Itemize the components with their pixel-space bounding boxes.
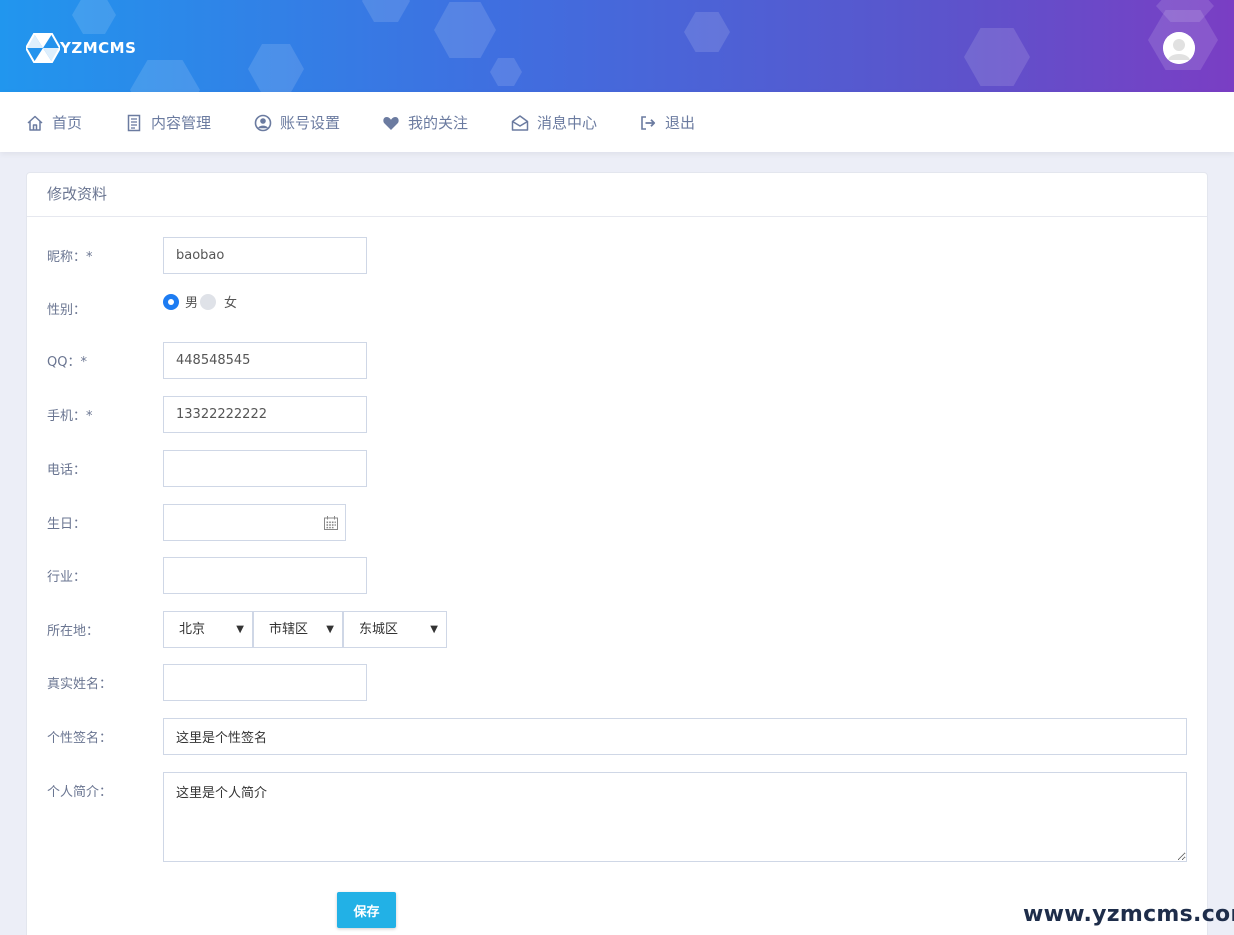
signature-input[interactable] — [163, 718, 1187, 755]
phone-input[interactable] — [163, 450, 367, 487]
chevron-down-icon: ▼ — [430, 624, 438, 635]
card-title: 修改资料 — [27, 173, 1207, 217]
gender-option-female: 女 — [224, 296, 238, 311]
location-label: 所在地： — [47, 624, 100, 639]
nav-item-messages[interactable]: 消息中心 — [511, 112, 597, 133]
nav-item-home[interactable]: 首页 — [26, 112, 82, 133]
decor-hexagon — [964, 28, 1030, 86]
sign-out-icon — [641, 115, 656, 130]
realname-label: 真实姓名： — [47, 677, 113, 692]
site-watermark: www.yzmcms.com — [1023, 902, 1234, 927]
top-header: YZMCMS — [0, 0, 1234, 92]
chevron-down-icon: ▼ — [236, 624, 244, 635]
city-value: 市辖区 — [269, 622, 309, 637]
nav-label: 消息中心 — [537, 114, 598, 132]
decor-hexagon — [72, 0, 116, 34]
nav-label: 退出 — [665, 114, 696, 132]
birthday-label: 生日： — [47, 517, 87, 532]
nav-item-follow[interactable]: 我的关注 — [382, 112, 468, 133]
site-logo[interactable]: YZMCMS — [26, 33, 136, 63]
profile-form-card: 修改资料 昵称：* 性别： 男 女 QQ：* 手机：* 电话： 生日： 行业： … — [26, 172, 1208, 935]
phone-label: 电话： — [47, 463, 87, 478]
gender-label: 性别： — [47, 303, 87, 318]
industry-input[interactable] — [163, 557, 367, 594]
user-circle-icon — [254, 114, 272, 131]
province-value: 北京 — [179, 622, 206, 637]
intro-textarea[interactable]: 这里是个人简介 — [163, 772, 1187, 862]
decor-hexagon — [362, 0, 410, 22]
district-value: 东城区 — [359, 622, 399, 637]
nav-item-logout[interactable]: 退出 — [639, 112, 695, 133]
decor-hexagon — [684, 12, 730, 52]
chevron-down-icon: ▼ — [326, 624, 334, 635]
nav-label: 首页 — [52, 114, 83, 132]
qq-input[interactable] — [163, 342, 367, 379]
decor-hexagon — [434, 2, 496, 58]
gender-radio-male[interactable] — [163, 293, 179, 310]
district-select[interactable]: 东城区 ▼ — [343, 611, 447, 648]
mobile-label: 手机：* — [47, 409, 93, 424]
decor-hexagon — [490, 58, 522, 86]
province-select[interactable]: 北京 ▼ — [163, 611, 253, 648]
nav-label: 我的关注 — [408, 114, 469, 132]
nav-item-account[interactable]: 账号设置 — [254, 112, 340, 133]
industry-label: 行业： — [47, 570, 87, 585]
main-nav: 首页 内容管理 账号设置 我的关注 消息中心 退出 — [0, 92, 1234, 152]
gender-radio-group: 男 女 — [163, 292, 237, 311]
decor-hexagon — [130, 60, 200, 92]
nav-label: 内容管理 — [151, 114, 212, 132]
avatar-icon — [1163, 32, 1195, 64]
city-select[interactable]: 市辖区 ▼ — [253, 611, 343, 648]
birthday-input[interactable] — [163, 504, 346, 541]
gender-radio-female[interactable] — [200, 293, 217, 310]
signature-label: 个性签名： — [47, 731, 113, 746]
home-icon — [27, 115, 43, 131]
save-button[interactable]: 保存 — [337, 892, 396, 928]
gender-option-male: 男 — [185, 296, 199, 311]
nickname-input[interactable] — [163, 237, 367, 274]
logo-icon — [26, 33, 60, 63]
qq-label: QQ：* — [47, 355, 87, 370]
mobile-input[interactable] — [163, 396, 367, 433]
nav-item-content[interactable]: 内容管理 — [125, 112, 211, 133]
heart-icon — [383, 116, 399, 130]
intro-label: 个人简介： — [47, 785, 113, 800]
logo-text: YZMCMS — [60, 39, 137, 57]
nav-label: 账号设置 — [280, 114, 341, 132]
nickname-label: 昵称：* — [47, 250, 93, 265]
document-icon — [127, 114, 141, 131]
envelope-open-icon — [511, 114, 529, 131]
realname-input[interactable] — [163, 664, 367, 701]
calendar-icon[interactable] — [323, 515, 339, 531]
decor-hexagon — [248, 44, 304, 92]
user-avatar[interactable] — [1163, 32, 1195, 64]
